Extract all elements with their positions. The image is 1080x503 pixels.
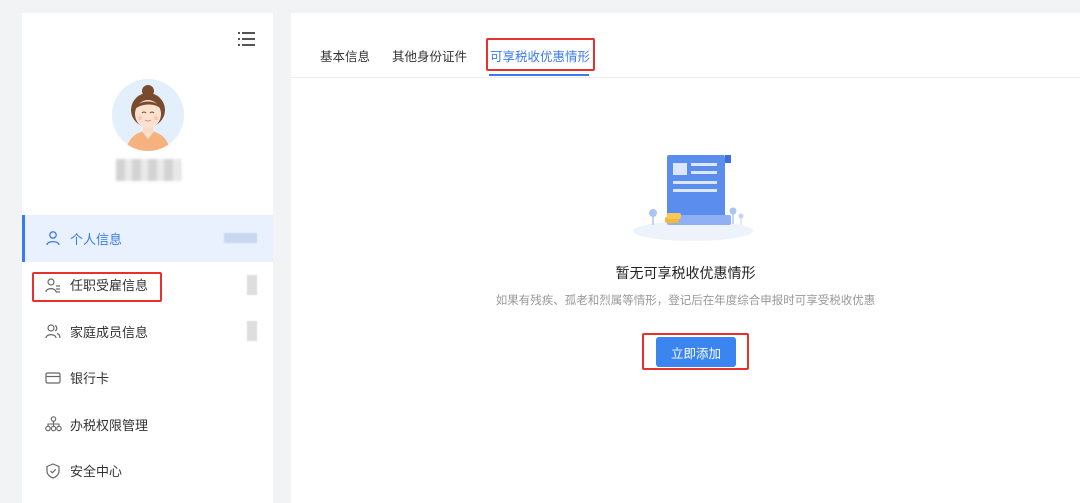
sidebar-item-tax-permission[interactable]: 办税权限管理 <box>22 401 273 448</box>
tab-bar: 基本信息 其他身份证件 可享税收优惠情形 <box>291 13 1080 78</box>
sidebar-item-personal-info[interactable]: 个人信息 <box>22 215 273 262</box>
username-redacted <box>116 159 181 181</box>
sidebar-item-family-info[interactable]: 家庭成员信息 <box>22 308 273 355</box>
sidebar-nav: 个人信息 任职受雇信息 家庭成员信息 银行卡 办税权限管理 安全中心 <box>22 215 273 494</box>
add-now-button[interactable]: 立即添加 <box>656 337 736 367</box>
sidebar-item-label: 家庭成员信息 <box>70 325 149 341</box>
avatar <box>112 79 184 151</box>
user-icon <box>44 229 62 247</box>
family-icon <box>44 322 62 340</box>
empty-state-title: 暂无可享税收优惠情形 <box>615 266 756 282</box>
sidebar-item-security-center[interactable]: 安全中心 <box>22 448 273 495</box>
tab-other-id[interactable]: 其他身份证件 <box>392 46 467 65</box>
sidebar-item-label: 任职受雇信息 <box>70 279 149 295</box>
redacted-tag <box>247 321 257 342</box>
user-list-icon <box>44 276 62 294</box>
tab-basic-info[interactable]: 基本信息 <box>320 46 370 65</box>
sidebar-item-label: 安全中心 <box>70 465 123 481</box>
sidebar-item-employment-info[interactable]: 任职受雇信息 <box>22 262 273 309</box>
sidebar: 个人信息 任职受雇信息 家庭成员信息 银行卡 办税权限管理 安全中心 <box>22 13 273 503</box>
org-chart-icon <box>44 415 62 433</box>
menu-list-icon[interactable] <box>238 31 255 47</box>
empty-document-illustration <box>631 143 756 243</box>
sidebar-item-label: 个人信息 <box>70 232 123 248</box>
sidebar-item-bank-card[interactable]: 银行卡 <box>22 355 273 402</box>
sidebar-item-label: 银行卡 <box>70 372 110 388</box>
shield-icon <box>44 462 62 480</box>
active-tab-indicator <box>489 74 589 76</box>
main-panel: 基本信息 其他身份证件 可享税收优惠情形 暂无可享税收优惠情形 如果有残疾、孤老… <box>291 13 1080 503</box>
tab-tax-preference[interactable]: 可享税收优惠情形 <box>490 46 590 65</box>
bank-card-icon <box>44 369 62 387</box>
empty-state-description: 如果有残疾、孤老和烈属等情形，登记后在年度综合申报时可享受税收优惠 <box>495 293 876 307</box>
sidebar-item-label: 办税权限管理 <box>70 418 149 434</box>
redacted-tag <box>247 274 257 295</box>
redacted-tag <box>224 233 257 244</box>
